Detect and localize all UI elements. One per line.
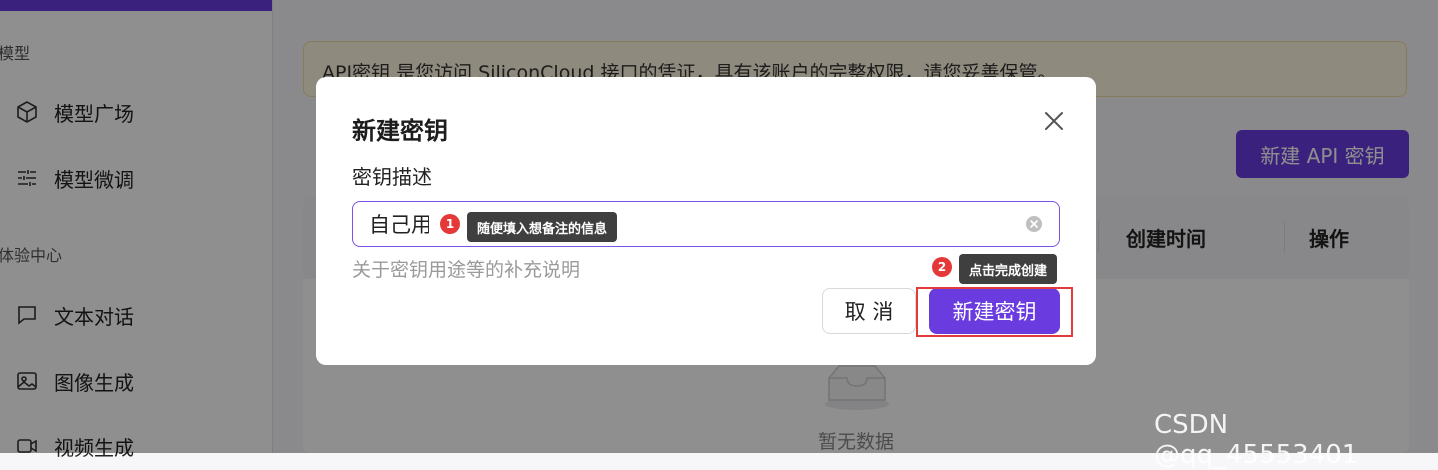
key-description-help: 关于密钥用途等的补充说明 (352, 259, 581, 281)
cancel-button[interactable]: 取 消 (822, 288, 916, 334)
annotation-tip-1: 随便填入想备注的信息 (467, 212, 618, 242)
key-description-input[interactable] (369, 212, 429, 236)
key-description-label: 密钥描述 (352, 165, 432, 189)
annotation-highlight-box (916, 287, 1073, 337)
close-icon[interactable] (1038, 105, 1070, 137)
clear-input-icon[interactable] (1025, 215, 1043, 233)
dialog-title: 新建密钥 (352, 117, 448, 145)
annotation-badge-2: 2 (932, 257, 952, 277)
annotation-badge-1: 1 (440, 214, 460, 234)
annotation-tip-2: 点击完成创建 (959, 254, 1058, 284)
watermark: CSDN @qq_45553401 (1154, 410, 1359, 470)
